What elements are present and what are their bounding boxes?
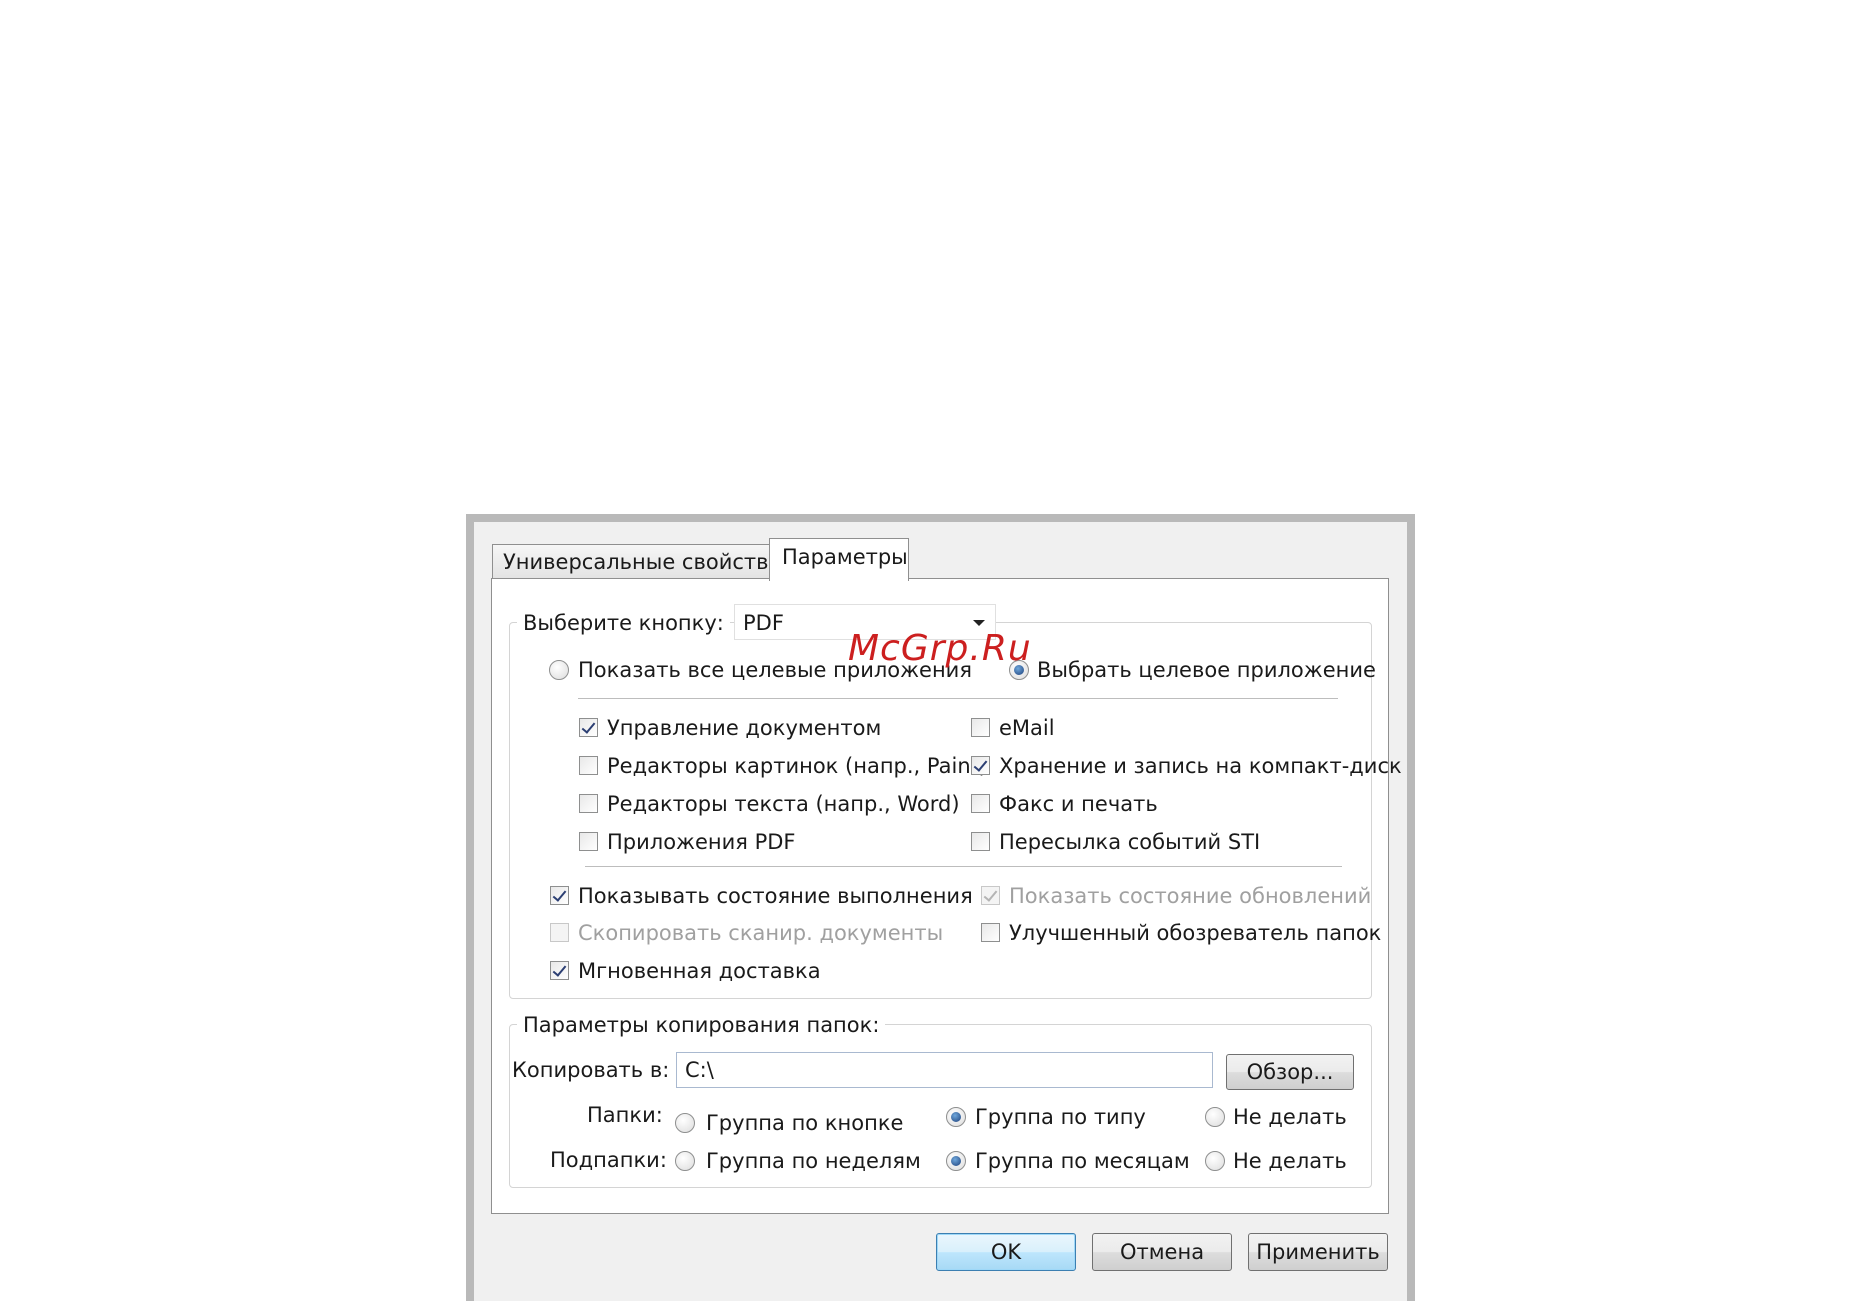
app-checkbox-text-editors[interactable] xyxy=(579,794,598,813)
chevron-down-icon xyxy=(973,620,985,626)
folders-by-type-radio[interactable] xyxy=(946,1107,966,1127)
subfolders-label: Подпапки: xyxy=(550,1148,667,1172)
copy-scanned-label: Скопировать сканир. документы xyxy=(578,921,944,945)
choose-app-label: Выбрать целевое приложение xyxy=(1037,658,1376,682)
copy-folder-group-title: Параметры копирования папок: xyxy=(517,1013,886,1037)
app-checkbox-storage-cd[interactable] xyxy=(971,756,990,775)
folders-none-radio[interactable] xyxy=(1205,1107,1225,1127)
show-progress-checkbox[interactable] xyxy=(550,886,569,905)
show-all-apps-radio[interactable] xyxy=(549,660,569,680)
enhanced-folder-browser-checkbox[interactable] xyxy=(981,923,1000,942)
app-checkbox-email[interactable] xyxy=(971,718,990,737)
subfolders-by-month-radio[interactable] xyxy=(946,1151,966,1171)
subfolders-none-label: Не делать xyxy=(1233,1149,1347,1173)
app-checkbox-image-editors[interactable] xyxy=(579,756,598,775)
app-label-document-management: Управление документом xyxy=(607,716,882,740)
app-label-sti-events: Пересылка событий STI xyxy=(999,830,1261,854)
subfolders-by-week-radio[interactable] xyxy=(675,1151,695,1171)
folders-by-type-label: Группа по типу xyxy=(975,1105,1146,1129)
app-label-image-editors: Редакторы картинок (напр., Paint) xyxy=(607,754,988,778)
app-checkbox-sti-events[interactable] xyxy=(971,832,990,851)
separator-top xyxy=(578,698,1338,699)
select-button-label: Выберите кнопку: xyxy=(517,611,730,635)
folders-none-label: Не делать xyxy=(1233,1105,1347,1129)
app-label-email: eMail xyxy=(999,716,1055,740)
subfolders-by-week-label: Группа по неделям xyxy=(706,1149,921,1173)
copy-scanned-checkbox[interactable] xyxy=(550,923,569,942)
copy-to-input[interactable] xyxy=(676,1052,1213,1088)
copy-to-label: Копировать в: xyxy=(512,1058,670,1082)
cancel-button[interactable]: Отмена xyxy=(1092,1233,1232,1271)
tab-parameters[interactable]: Параметры xyxy=(769,538,909,581)
tab-universal-properties[interactable]: Универсальные свойства xyxy=(492,544,781,580)
show-progress-label: Показывать состояние выполнения xyxy=(578,884,973,908)
watermark-text: McGrp.Ru xyxy=(848,628,1032,669)
app-label-text-editors: Редакторы текста (напр., Word) xyxy=(607,792,960,816)
app-checkbox-document-management[interactable] xyxy=(579,718,598,737)
select-button-value: PDF xyxy=(743,611,784,635)
apply-button[interactable]: Применить xyxy=(1248,1233,1388,1271)
enhanced-folder-browser-label: Улучшенный обозреватель папок xyxy=(1009,921,1382,945)
show-updates-label: Показать состояние обновлений xyxy=(1009,884,1372,908)
app-label-fax-print: Факс и печать xyxy=(999,792,1158,816)
separator-bottom xyxy=(585,866,1342,867)
subfolders-by-month-label: Группа по месяцам xyxy=(975,1149,1190,1173)
instant-delivery-checkbox[interactable] xyxy=(550,961,569,980)
folders-by-button-label: Группа по кнопке xyxy=(706,1111,904,1135)
subfolders-none-radio[interactable] xyxy=(1205,1151,1225,1171)
ok-button[interactable]: OK xyxy=(936,1233,1076,1271)
app-checkbox-pdf-apps[interactable] xyxy=(579,832,598,851)
browse-button[interactable]: Обзор... xyxy=(1226,1054,1354,1090)
app-label-pdf-apps: Приложения PDF xyxy=(607,830,796,854)
show-updates-checkbox[interactable] xyxy=(981,886,1000,905)
folders-by-button-radio[interactable] xyxy=(675,1113,695,1133)
app-checkbox-fax-print[interactable] xyxy=(971,794,990,813)
folders-label: Папки: xyxy=(587,1103,663,1127)
instant-delivery-label: Мгновенная доставка xyxy=(578,959,821,983)
app-label-storage-cd: Хранение и запись на компакт-диск xyxy=(999,754,1402,778)
